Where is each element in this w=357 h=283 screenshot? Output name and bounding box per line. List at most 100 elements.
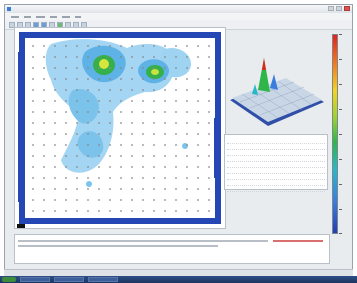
survey-point bbox=[120, 67, 122, 69]
color-scale-ticks bbox=[339, 34, 349, 234]
survey-point bbox=[186, 45, 188, 47]
heatmap-view[interactable] bbox=[14, 27, 226, 229]
survey-point bbox=[164, 210, 166, 212]
survey-point bbox=[87, 100, 89, 102]
survey-point bbox=[87, 122, 89, 124]
survey-point bbox=[186, 133, 188, 135]
menu-item[interactable] bbox=[62, 15, 70, 18]
menu-item[interactable] bbox=[24, 15, 31, 18]
survey-point bbox=[208, 155, 210, 157]
survey-point bbox=[164, 188, 166, 190]
survey-point bbox=[65, 56, 67, 58]
survey-point bbox=[32, 133, 34, 135]
survey-point bbox=[120, 89, 122, 91]
survey-point bbox=[131, 210, 133, 212]
minimize-icon[interactable] bbox=[328, 6, 334, 11]
survey-point bbox=[131, 133, 133, 135]
survey-point bbox=[131, 177, 133, 179]
survey-point bbox=[120, 133, 122, 135]
survey-point bbox=[164, 67, 166, 69]
survey-point bbox=[76, 188, 78, 190]
survey-point bbox=[76, 199, 78, 201]
survey-point bbox=[87, 188, 89, 190]
survey-point bbox=[120, 188, 122, 190]
survey-point bbox=[98, 67, 100, 69]
survey-point bbox=[142, 210, 144, 212]
survey-point bbox=[186, 78, 188, 80]
survey-point bbox=[76, 122, 78, 124]
survey-point bbox=[164, 89, 166, 91]
survey-point bbox=[186, 199, 188, 201]
taskbar-item[interactable] bbox=[88, 277, 118, 282]
menu-item[interactable] bbox=[50, 15, 57, 18]
survey-point bbox=[208, 210, 210, 212]
start-button[interactable] bbox=[2, 277, 16, 282]
maximize-icon[interactable] bbox=[336, 6, 342, 11]
survey-point bbox=[120, 122, 122, 124]
survey-point bbox=[142, 166, 144, 168]
app-icon bbox=[7, 7, 11, 11]
menu-item[interactable] bbox=[75, 15, 81, 18]
survey-point bbox=[43, 177, 45, 179]
survey-point bbox=[54, 210, 56, 212]
survey-point bbox=[131, 67, 133, 69]
survey-point bbox=[120, 166, 122, 168]
survey-point bbox=[186, 155, 188, 157]
survey-point bbox=[43, 78, 45, 80]
survey-point bbox=[76, 89, 78, 91]
survey-point bbox=[208, 78, 210, 80]
survey-point bbox=[98, 122, 100, 124]
survey-point bbox=[208, 56, 210, 58]
survey-point bbox=[142, 111, 144, 113]
taskbar-item[interactable] bbox=[20, 277, 50, 282]
survey-point bbox=[32, 210, 34, 212]
message-log[interactable] bbox=[14, 234, 330, 264]
3d-peak-top bbox=[262, 58, 266, 70]
taskbar-item[interactable] bbox=[54, 277, 84, 282]
heatmap-canvas[interactable] bbox=[15, 28, 225, 228]
survey-point bbox=[153, 89, 155, 91]
survey-point bbox=[175, 188, 177, 190]
survey-point bbox=[142, 67, 144, 69]
3d-surface-view[interactable] bbox=[224, 40, 328, 132]
survey-point bbox=[109, 45, 111, 47]
survey-point bbox=[98, 155, 100, 157]
survey-point bbox=[54, 188, 56, 190]
survey-point bbox=[131, 45, 133, 47]
menu-item[interactable] bbox=[36, 15, 45, 18]
survey-point bbox=[175, 122, 177, 124]
survey-point bbox=[65, 67, 67, 69]
survey-point bbox=[197, 133, 199, 135]
survey-point bbox=[175, 199, 177, 201]
survey-point bbox=[76, 100, 78, 102]
survey-point bbox=[208, 100, 210, 102]
survey-point bbox=[54, 144, 56, 146]
survey-point bbox=[197, 199, 199, 201]
survey-point bbox=[32, 155, 34, 157]
survey-point bbox=[43, 56, 45, 58]
survey-point bbox=[197, 67, 199, 69]
survey-point bbox=[65, 155, 67, 157]
menu-item[interactable] bbox=[11, 15, 19, 18]
survey-point bbox=[109, 78, 111, 80]
survey-point bbox=[87, 166, 89, 168]
survey-point bbox=[186, 111, 188, 113]
close-icon[interactable] bbox=[344, 6, 350, 11]
survey-point bbox=[98, 210, 100, 212]
survey-point bbox=[87, 144, 89, 146]
survey-point bbox=[65, 199, 67, 201]
survey-point bbox=[153, 199, 155, 201]
survey-point bbox=[197, 56, 199, 58]
survey-point bbox=[87, 78, 89, 80]
survey-point bbox=[142, 45, 144, 47]
survey-point bbox=[32, 100, 34, 102]
origin-marker bbox=[17, 224, 25, 228]
survey-point bbox=[98, 45, 100, 47]
survey-point bbox=[98, 111, 100, 113]
survey-point bbox=[153, 100, 155, 102]
survey-point bbox=[76, 133, 78, 135]
survey-point bbox=[197, 177, 199, 179]
survey-point bbox=[142, 188, 144, 190]
survey-point bbox=[54, 111, 56, 113]
survey-point bbox=[76, 166, 78, 168]
